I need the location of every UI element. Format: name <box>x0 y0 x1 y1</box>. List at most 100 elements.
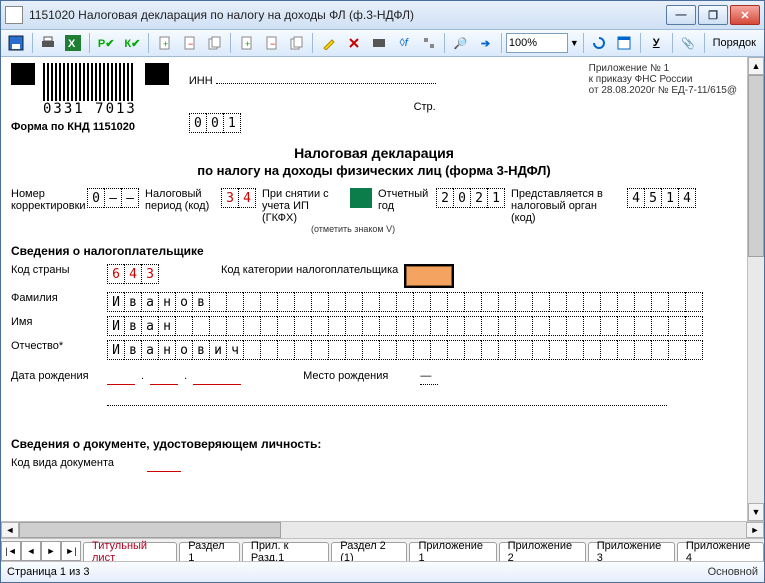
organ-cell[interactable]: 1 <box>661 188 678 208</box>
film-icon[interactable] <box>367 31 390 55</box>
barcode <box>43 63 133 101</box>
maximize-button[interactable]: ❐ <box>698 5 728 25</box>
scroll-down-icon[interactable]: ▼ <box>748 503 764 521</box>
marker-box <box>145 63 169 85</box>
inn-label: ИНН <box>189 75 213 87</box>
year-cell[interactable]: 1 <box>487 188 505 208</box>
page-add-icon[interactable]: + <box>153 31 176 55</box>
refresh-icon[interactable] <box>588 31 611 55</box>
tab-app-sect1[interactable]: Прил. к Разд.1 <box>242 542 329 561</box>
tab-section1[interactable]: Раздел 1 <box>179 542 240 561</box>
page-digit: 0 <box>206 113 223 133</box>
tab-title-sheet[interactable]: Титульный лист <box>83 542 177 561</box>
page-copy-icon[interactable] <box>203 31 226 55</box>
dob-day[interactable] <box>107 370 135 385</box>
scroll-up-icon[interactable]: ▲ <box>748 57 764 75</box>
pob-line2[interactable] <box>107 391 667 406</box>
vertical-scrollbar[interactable]: ▲ ▼ <box>747 57 764 521</box>
page-label: Стр. <box>414 101 436 113</box>
zoom-combo[interactable] <box>506 33 568 53</box>
tab-prev-icon[interactable]: ◄ <box>21 541 41 561</box>
section-document: Сведения о документе, удостоверяющем лич… <box>11 437 737 451</box>
window-title: 1151020 Налоговая декларация по налогу н… <box>29 8 666 22</box>
section-add-icon[interactable]: + <box>235 31 258 55</box>
page-digit: 0 <box>189 113 206 133</box>
section-copy-icon[interactable] <box>285 31 308 55</box>
function-icon[interactable]: ◊f <box>392 31 415 55</box>
page-del-icon[interactable]: − <box>178 31 201 55</box>
tab-section2[interactable]: Раздел 2 (1) <box>331 542 407 561</box>
save-icon[interactable] <box>5 31 28 55</box>
lastname-field[interactable]: Иванов <box>107 292 703 312</box>
pob-label: Место рождения <box>303 370 388 382</box>
minimize-button[interactable]: — <box>666 5 696 25</box>
organ-cell[interactable]: 4 <box>627 188 644 208</box>
year-label: Отчетный год <box>378 188 430 212</box>
clear-icon[interactable] <box>342 31 365 55</box>
tab-app2[interactable]: Приложение 2 <box>499 542 586 561</box>
toolbar: X Р✔ К✔ + − + − ◊f 🔎 ➔ ▼ У 📎 Порядок <box>1 30 764 57</box>
highlight-icon[interactable] <box>317 31 340 55</box>
dob-month[interactable] <box>150 370 178 385</box>
check-p-icon[interactable]: Р✔ <box>94 31 119 55</box>
barcode-number: 0331 7013 <box>43 101 137 117</box>
ip-label: При снятии с учета ИП (ГКФХ) <box>262 188 344 224</box>
period-label: Налоговый период (код) <box>145 188 215 212</box>
period-cell[interactable]: 4 <box>238 188 256 208</box>
period-cell[interactable]: 3 <box>221 188 238 208</box>
order-reference: Приложение № 1 к приказу ФНС России от 2… <box>589 63 737 96</box>
year-cell[interactable]: 2 <box>436 188 453 208</box>
check-k-icon[interactable]: К✔ <box>120 31 144 55</box>
tab-app4[interactable]: Приложение 4 <box>677 542 764 561</box>
tab-first-icon[interactable]: |◄ <box>1 541 21 561</box>
organ-cell[interactable]: 4 <box>678 188 696 208</box>
tools-icon[interactable] <box>417 31 440 55</box>
section-del-icon[interactable]: − <box>260 31 283 55</box>
lastname-label: Фамилия <box>11 292 101 304</box>
attach-icon[interactable]: 📎 <box>677 31 700 55</box>
country-cell[interactable]: 6 <box>107 264 124 284</box>
window-icon[interactable] <box>613 31 636 55</box>
goto-icon[interactable]: ➔ <box>474 31 497 55</box>
country-cell[interactable]: 4 <box>124 264 141 284</box>
year-cell[interactable]: 0 <box>453 188 470 208</box>
inn-field[interactable] <box>216 69 436 84</box>
firstname-label: Имя <box>11 316 101 328</box>
tab-next-icon[interactable]: ► <box>41 541 61 561</box>
ip-checkbox[interactable] <box>350 188 372 208</box>
doc-type-field[interactable] <box>147 457 181 472</box>
country-cell[interactable]: 3 <box>141 264 159 284</box>
organ-cell[interactable]: 5 <box>644 188 661 208</box>
dob-label: Дата рождения <box>11 370 101 382</box>
corr-cell[interactable]: 0 <box>87 188 104 208</box>
section-taxpayer: Сведения о налогоплательщике <box>11 244 737 258</box>
corr-label: Номер корректировки <box>11 188 81 212</box>
tab-app1[interactable]: Приложение 1 <box>409 542 496 561</box>
underline-icon[interactable]: У <box>645 31 668 55</box>
excel-icon[interactable]: X <box>62 31 85 55</box>
document-icon <box>5 6 23 24</box>
category-field[interactable] <box>404 264 454 288</box>
titlebar: 1151020 Налоговая декларация по налогу н… <box>1 1 764 30</box>
middlename-field[interactable]: Иванович <box>107 340 703 360</box>
firstname-field[interactable]: Иван <box>107 316 703 336</box>
scroll-right-icon[interactable]: ► <box>746 522 764 538</box>
ip-note: (отметить знаком V) <box>311 224 737 234</box>
tab-last-icon[interactable]: ►| <box>61 541 81 561</box>
corr-cell[interactable]: — <box>121 188 139 208</box>
status-bar: Страница 1 из 3 Основной <box>1 561 764 582</box>
corr-cell[interactable]: — <box>104 188 121 208</box>
dob-year[interactable] <box>193 370 241 385</box>
pob-field[interactable]: — <box>420 370 438 385</box>
tab-app3[interactable]: Приложение 3 <box>588 542 675 561</box>
year-cell[interactable]: 2 <box>470 188 487 208</box>
find-icon[interactable]: 🔎 <box>449 31 472 55</box>
scroll-left-icon[interactable]: ◄ <box>1 522 19 538</box>
order-link[interactable]: Порядок <box>709 37 760 49</box>
horizontal-scrollbar[interactable]: ◄ ► <box>1 521 764 538</box>
status-mode: Основной <box>708 566 758 578</box>
close-button[interactable]: ✕ <box>730 5 760 25</box>
print-icon[interactable] <box>37 31 60 55</box>
svg-text:+: + <box>163 39 168 49</box>
document-title: Налоговая декларация <box>11 145 737 161</box>
